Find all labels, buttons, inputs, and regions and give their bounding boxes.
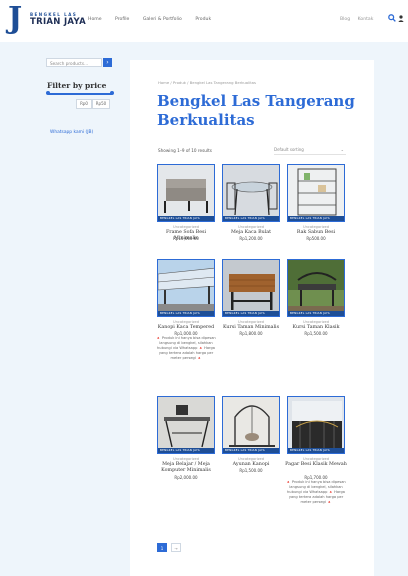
product-image[interactable]: BENGKEL LAS TRIAN JAYA — [287, 164, 345, 222]
next-page-button[interactable]: → — [171, 543, 181, 552]
page-title: Bengkel Las Tangerang Berkualitas — [157, 92, 355, 129]
product-image-banner-text: BENGKEL LAS TRIAN JAYA — [160, 216, 200, 220]
logo-mark: J — [8, 1, 23, 36]
sort-select[interactable]: Default sorting ⌄ — [274, 145, 346, 155]
product-image-banner: BENGKEL LAS TRIAN JAYA — [158, 216, 214, 221]
product-image-banner-text: BENGKEL LAS TRIAN JAYA — [225, 448, 265, 452]
product-image-banner: BENGKEL LAS TRIAN JAYA — [288, 216, 344, 221]
breadcrumb[interactable]: Home / Produk / Bengkel Las Tangerang Be… — [158, 80, 256, 85]
product-category: Uncategorized — [237, 225, 265, 229]
price-slider-track[interactable] — [48, 93, 112, 95]
product-name[interactable]: Pagar Besi Klasik Mewah — [284, 462, 348, 468]
page-1-button[interactable]: 1 — [157, 543, 167, 552]
nav-home[interactable]: Home — [88, 17, 102, 22]
site-header: J BENGKEL LAS TRIAN JAYA Home Profile Ga… — [0, 0, 408, 42]
product-image[interactable]: BENGKEL LAS TRIAN JAYA — [222, 164, 280, 222]
product-image[interactable]: BENGKEL LAS TRIAN JAYA — [157, 164, 215, 222]
product-description: 🔺 Produk ini hanya bisa dipesan langsung… — [156, 336, 216, 360]
product-category: Uncategorized — [302, 320, 330, 324]
nav-products[interactable]: Produk — [195, 17, 211, 22]
product-image-banner: BENGKEL LAS TRIAN JAYA — [158, 448, 214, 453]
product-image[interactable]: BENGKEL LAS TRIAN JAYA — [287, 259, 345, 317]
product-image-banner-text: BENGKEL LAS TRIAN JAYA — [160, 311, 200, 315]
search-icon[interactable] — [388, 14, 396, 24]
product-price: Rp1,200.00 — [239, 236, 263, 241]
product-image[interactable]: BENGKEL LAS TRIAN JAYA — [222, 396, 280, 454]
product-image[interactable]: BENGKEL LAS TRIAN JAYA — [157, 396, 215, 454]
product-price: Rp1,500.00 — [239, 468, 263, 473]
product-search-input[interactable]: Search products… — [46, 58, 102, 67]
product-price: Rp10,000.00 — [173, 236, 199, 241]
product-category: Uncategorized — [237, 457, 265, 461]
product-image-banner-text: BENGKEL LAS TRIAN JAYA — [290, 311, 330, 315]
product-search-button[interactable]: › — [103, 58, 112, 67]
product-price: Rp1,800.00 — [239, 331, 263, 336]
price-slider-min-handle[interactable] — [46, 91, 50, 95]
nav-contact[interactable]: Kontak — [358, 17, 374, 22]
product-price: Rp2,000.00 — [174, 475, 198, 480]
price-max-value: Rp50 — [92, 99, 110, 109]
logo-text-bottom: TRIAN JAYA — [30, 17, 87, 27]
filter-by-price-title: Filter by price — [47, 81, 107, 90]
whatsapp-link[interactable]: Whatsapp kami (JB) — [50, 130, 93, 135]
product-name[interactable]: Meja Belajar / Meja Komputer Minimalis — [154, 462, 218, 474]
product-price: Rp500.00 — [306, 236, 326, 241]
nav-profile[interactable]: Profile — [115, 17, 129, 22]
header-right-links: Blog Kontak — [340, 17, 379, 22]
product-image[interactable]: BENGKEL LAS TRIAN JAYA — [222, 259, 280, 317]
product-image-banner-text: BENGKEL LAS TRIAN JAYA — [160, 448, 200, 452]
price-min-value: Rp0 — [76, 99, 92, 109]
nav-blog[interactable]: Blog — [340, 17, 350, 22]
product-image-banner: BENGKEL LAS TRIAN JAYA — [288, 448, 344, 453]
product-description: 🔺 Produk ini hanya bisa dipesan langsung… — [286, 480, 346, 504]
product-category: Uncategorized — [302, 457, 330, 461]
product-category: Uncategorized — [172, 457, 200, 461]
main-nav: Home Profile Galeri & Portfolio Produk — [88, 17, 223, 22]
result-count: Showing 1–9 of 10 results — [158, 148, 212, 153]
product-image-banner-text: BENGKEL LAS TRIAN JAYA — [225, 311, 265, 315]
product-image[interactable]: BENGKEL LAS TRIAN JAYA — [287, 396, 345, 454]
nav-gallery[interactable]: Galeri & Portfolio — [143, 17, 182, 22]
product-image-banner: BENGKEL LAS TRIAN JAYA — [288, 311, 344, 316]
price-slider-max-handle[interactable] — [110, 91, 114, 95]
product-image-banner-text: BENGKEL LAS TRIAN JAYA — [290, 448, 330, 452]
product-category: Uncategorized — [172, 320, 200, 324]
product-image-banner-text: BENGKEL LAS TRIAN JAYA — [225, 216, 265, 220]
product-image-banner: BENGKEL LAS TRIAN JAYA — [223, 216, 279, 221]
product-image-banner: BENGKEL LAS TRIAN JAYA — [158, 311, 214, 316]
product-image[interactable]: BENGKEL LAS TRIAN JAYA — [157, 259, 215, 317]
product-category: Uncategorized — [302, 225, 330, 229]
product-image-banner: BENGKEL LAS TRIAN JAYA — [223, 311, 279, 316]
product-category: Uncategorized — [172, 225, 200, 229]
main-content: Home / Produk / Bengkel Las Tangerang Be… — [130, 60, 374, 576]
product-category: Uncategorized — [237, 320, 265, 324]
sort-select-label: Default sorting — [274, 147, 304, 152]
user-icon[interactable] — [398, 15, 404, 24]
product-price: Rp1,500.00 — [304, 331, 328, 336]
chevron-down-icon: ⌄ — [340, 147, 344, 152]
product-image-banner-text: BENGKEL LAS TRIAN JAYA — [290, 216, 330, 220]
product-image-banner: BENGKEL LAS TRIAN JAYA — [223, 448, 279, 453]
